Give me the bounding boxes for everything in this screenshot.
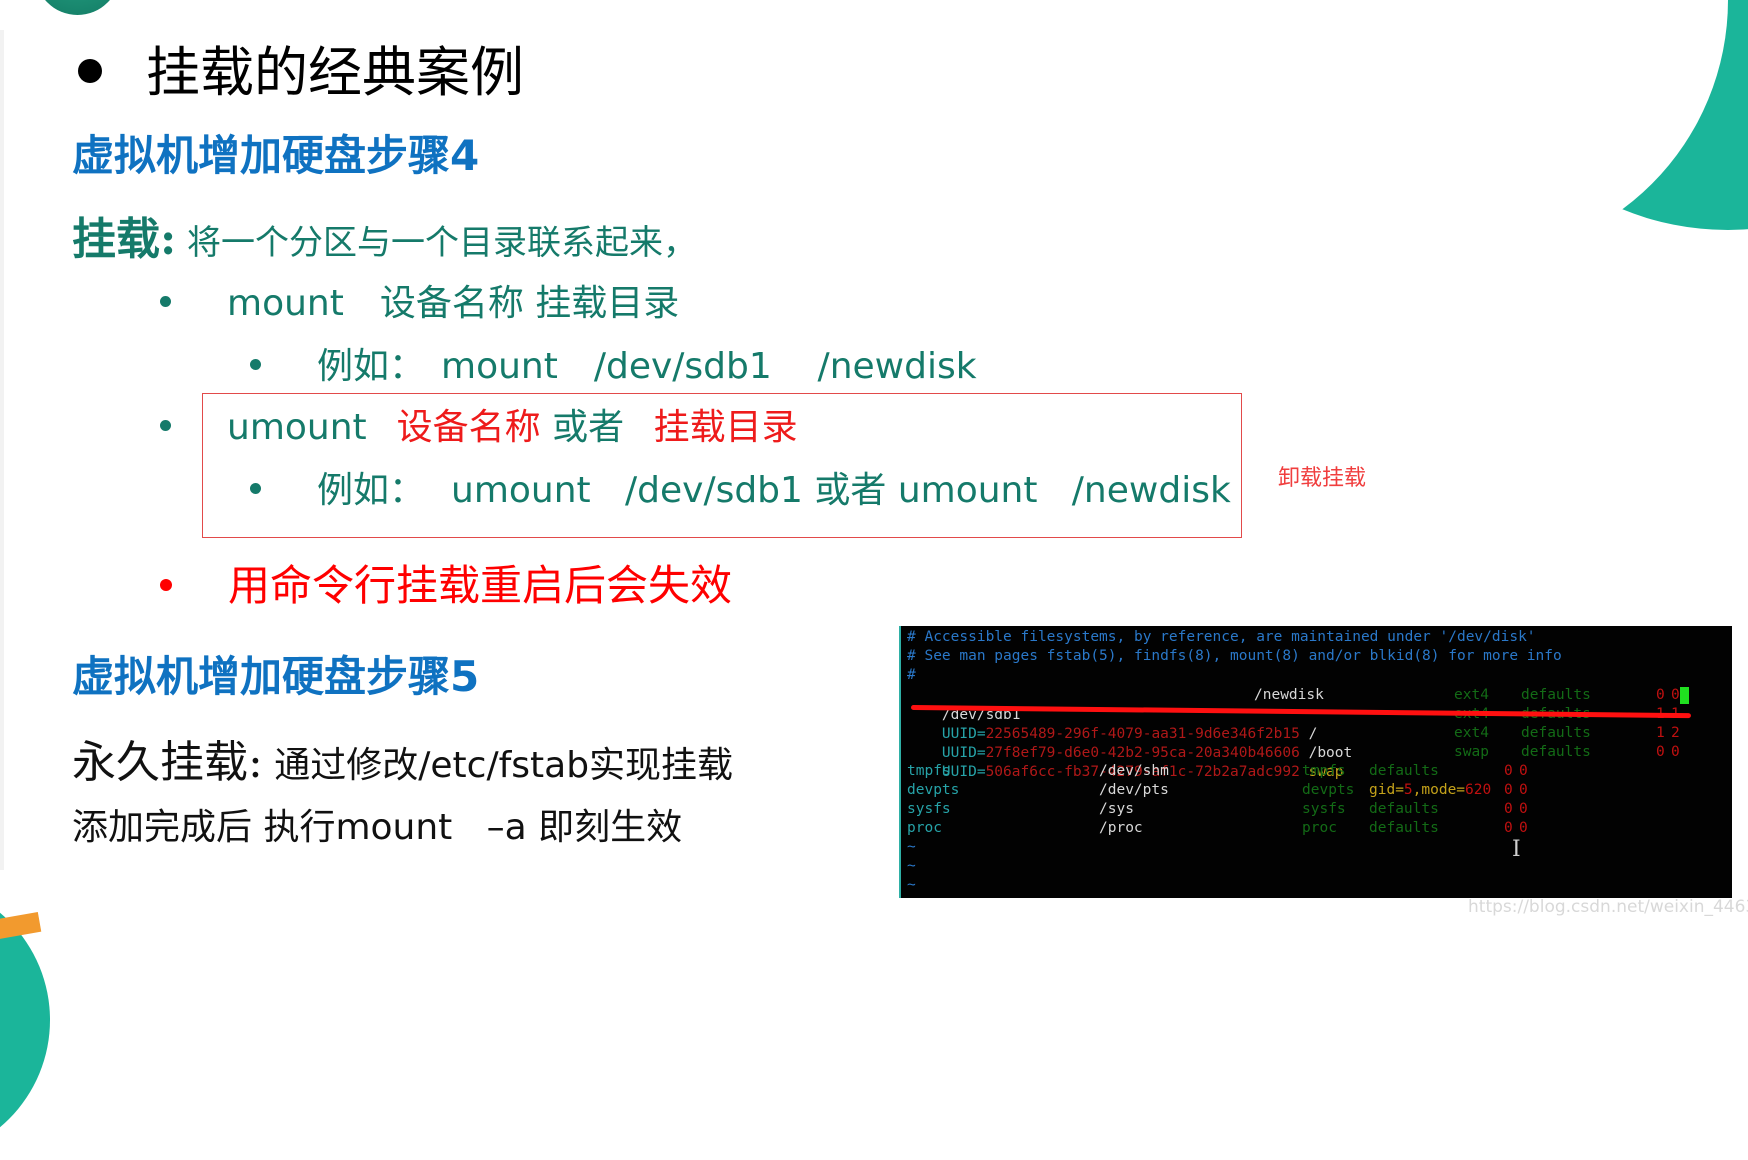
fstab-pass: 0	[1519, 801, 1528, 817]
umount-note: 卸载挂载	[1278, 466, 1367, 491]
decorative-circle-top-left	[35, 0, 120, 15]
vim-tilde: ~	[907, 839, 916, 855]
fstab-type: ext4	[1454, 687, 1489, 703]
warning-item: 用命令行挂载重启后会失效	[160, 552, 732, 613]
bullet-icon	[160, 419, 171, 431]
umount-syntax-item: umount 设备名称 或者 挂载目录	[160, 398, 798, 450]
fstab-pass: 0	[1671, 744, 1680, 760]
option-value: 5	[1403, 782, 1413, 798]
umount-arg-dir: 挂载目录	[653, 407, 798, 448]
permanent-mount: 永久挂载: 通过修改/etc/fstab实现挂载	[72, 726, 733, 790]
fstab-type: tmpfs	[1302, 763, 1346, 779]
fstab-terminal-screenshot: # Accessible filesystems, by reference, …	[899, 626, 1732, 898]
fstab-pass: 0	[1519, 763, 1528, 779]
bullet-icon	[250, 482, 261, 494]
fstab-type: ext4	[1454, 725, 1489, 741]
terminal-comment-line: # Accessible filesystems, by reference, …	[907, 629, 1536, 645]
fstab-device: sysfs	[907, 801, 951, 817]
fstab-options: defaults	[1369, 801, 1439, 817]
fstab-pass: 2	[1671, 725, 1680, 741]
umount-example-text: umount /dev/sdb1 或者 umount /newdisk	[451, 470, 1231, 511]
example-label: 例如：	[317, 346, 426, 387]
fstab-type: devpts	[1302, 782, 1355, 798]
mount-syntax-item: mount 设备名称 挂载目录	[160, 274, 679, 326]
after-instruction: 添加完成后 执行mount –a 即刻生效	[72, 807, 683, 848]
bullet-icon	[78, 59, 102, 83]
decorative-mask	[1208, 0, 1728, 260]
step4-heading: 虚拟机增加硬盘步骤4	[72, 131, 480, 180]
watermark: https://blog.csdn.net/weixin_44630656	[1468, 897, 1748, 917]
fstab-device: tmpfs	[907, 763, 951, 779]
fstab-dump: 0	[1656, 744, 1665, 760]
fstab-mount: /sys	[1099, 801, 1134, 817]
fstab-dump: 0	[1504, 763, 1513, 779]
vim-tilde: ~	[907, 858, 916, 874]
decorative-left-edge	[0, 30, 4, 870]
terminal-comment-line: # See man pages fstab(5), findfs(8), mou…	[907, 648, 1562, 664]
fstab-options: gid=5,mode=620	[1369, 781, 1491, 801]
fstab-options: defaults	[1369, 763, 1439, 779]
step5-heading: 虚拟机增加硬盘步骤5	[72, 652, 480, 701]
fstab-mount: /newdisk	[1254, 687, 1324, 703]
fstab-options: defaults	[1521, 725, 1591, 741]
example-label: 例如：	[317, 470, 426, 511]
bullet-icon	[160, 295, 171, 307]
fstab-device: proc	[907, 820, 942, 836]
fstab-dump: 1	[1656, 725, 1665, 741]
terminal-comment-line: #	[907, 667, 916, 683]
example-cmd: mount	[441, 346, 558, 387]
bullet-icon	[160, 578, 172, 591]
example-args: /dev/sdb1 /newdisk	[593, 346, 977, 387]
fstab-type: swap	[1454, 744, 1489, 760]
option-key: gid=	[1369, 782, 1404, 798]
mount-cmd: mount	[227, 283, 344, 324]
fstab-options: defaults	[1521, 744, 1591, 760]
umount-cmd: umount	[227, 407, 367, 448]
fstab-mount: /proc	[1099, 820, 1143, 836]
fstab-type: proc	[1302, 820, 1337, 836]
option-value: 620	[1465, 782, 1492, 798]
definition-text: 将一个分区与一个目录联系起来，	[176, 223, 698, 263]
slide-title-text: 挂载的经典案例	[146, 41, 524, 104]
terminal-cursor	[1680, 686, 1689, 706]
definition-lead: 挂载:	[72, 214, 177, 265]
umount-example-item: 例如： umount /dev/sdb1 或者 umount /newdisk	[250, 461, 1231, 513]
option-key: ,mode=	[1412, 782, 1466, 798]
permanent-lead: 永久挂载:	[72, 737, 263, 788]
fstab-dump: 0	[1656, 687, 1665, 703]
fstab-dump: 0	[1504, 782, 1513, 798]
fstab-pass: 0	[1519, 820, 1528, 836]
mount-example-item: 例如： mount/dev/sdb1 /newdisk	[250, 337, 977, 389]
slide-title: 挂载的经典案例	[78, 28, 524, 107]
mount-definition: 挂载: 将一个分区与一个目录联系起来，	[72, 203, 697, 267]
umount-arg-device: 设备名称	[396, 407, 541, 448]
terminal-left-border	[899, 626, 901, 898]
fstab-mount: /dev/shm	[1099, 763, 1169, 779]
fstab-options: defaults	[1521, 687, 1591, 703]
fstab-mount: /dev/pts	[1099, 782, 1169, 798]
text-cursor-ibeam-icon: I	[1512, 837, 1521, 862]
fstab-dump: 0	[1504, 820, 1513, 836]
vim-tilde: ~	[907, 877, 916, 893]
mount-args: 设备名称 挂载目录	[379, 283, 680, 324]
fstab-options: defaults	[1369, 820, 1439, 836]
permanent-text: 通过修改/etc/fstab实现挂载	[262, 745, 734, 786]
warning-text: 用命令行挂载重启后会失效	[228, 561, 733, 610]
bullet-icon	[250, 358, 261, 370]
fstab-pass: 0	[1671, 687, 1680, 703]
fstab-type: sysfs	[1302, 801, 1346, 817]
fstab-device: devpts	[907, 782, 960, 798]
fstab-pass: 0	[1519, 782, 1528, 798]
umount-or: 或者	[540, 407, 636, 448]
fstab-dump: 0	[1504, 801, 1513, 817]
